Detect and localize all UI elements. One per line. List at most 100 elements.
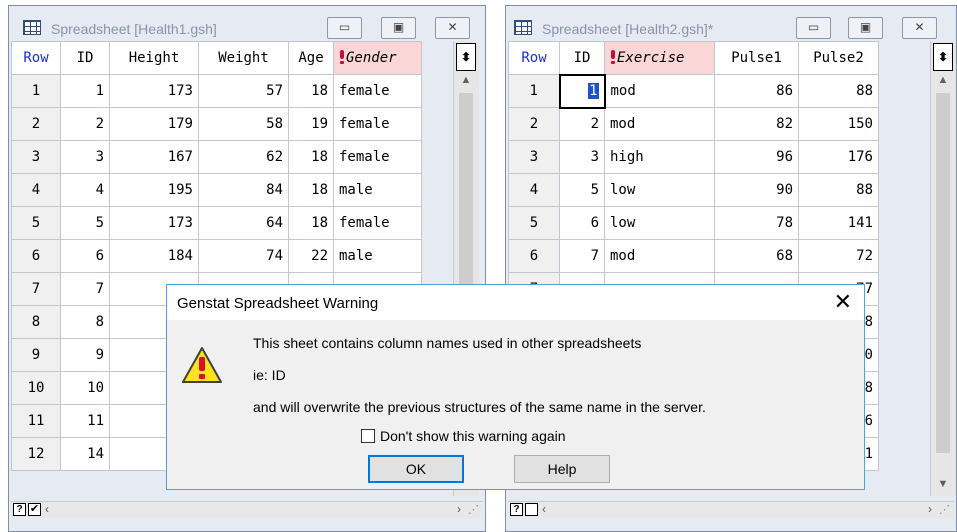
table-cell[interactable]: 58 [198,107,289,141]
table-cell[interactable]: 82 [714,107,799,141]
table-row[interactable]: 5 5 173 64 18 female [11,206,422,240]
table-cell[interactable]: 5 [559,173,605,207]
row-number-cell[interactable]: 2 [508,107,560,141]
table-cell[interactable]: 167 [109,140,199,174]
table-row[interactable]: 3 3 167 62 18 female [11,140,422,174]
table-cell[interactable]: 74 [198,239,289,273]
column-header-weight[interactable]: Weight [198,41,289,75]
table-cell[interactable]: 1 [60,74,110,108]
table-cell[interactable]: 3 [559,140,605,174]
row-number-cell[interactable]: 1 [508,74,560,108]
table-cell[interactable]: mod [604,74,715,108]
table-cell[interactable]: 10 [60,371,110,405]
table-cell[interactable]: mod [604,107,715,141]
table-cell[interactable]: 96 [714,140,799,174]
column-header-pulse2[interactable]: Pulse2 [798,41,879,75]
row-number-cell[interactable]: 7 [11,272,61,306]
table-cell[interactable]: 5 [60,206,110,240]
close-button[interactable]: ✕ [435,17,470,39]
help-icon[interactable]: ? [510,503,523,516]
table-cell[interactable]: 84 [198,173,289,207]
table-cell[interactable]: male [333,239,422,273]
table-cell[interactable]: 2 [60,107,110,141]
table-cell[interactable]: 14 [60,437,110,471]
row-number-cell[interactable]: 11 [11,404,61,438]
table-cell[interactable]: 64 [198,206,289,240]
scroll-left-icon[interactable]: ‹ [542,502,546,516]
close-button[interactable]: ✕ [902,17,937,39]
table-row[interactable]: 2 2 179 58 19 female [11,107,422,141]
scroll-left-icon[interactable]: ‹ [45,502,49,516]
table-cell[interactable]: 62 [198,140,289,174]
maximize-button[interactable]: ▣ [381,17,416,39]
table-cell[interactable]: 68 [714,239,799,273]
ok-button[interactable]: OK [368,455,464,483]
table-cell[interactable]: female [333,74,422,108]
close-icon[interactable]: ✕ [834,290,852,314]
table-cell[interactable]: 19 [288,107,334,141]
table-row[interactable]: 1 1 mod 86 88 [508,73,879,109]
table-cell[interactable]: 18 [288,140,334,174]
row-number-cell[interactable]: 2 [11,107,61,141]
table-cell[interactable]: female [333,206,422,240]
scroll-up-icon[interactable]: ▲ [931,74,955,90]
table-cell[interactable]: 3 [60,140,110,174]
table-cell[interactable]: 11 [60,404,110,438]
table-row[interactable]: 6 7 mod 68 72 [508,239,879,273]
table-cell[interactable]: 7 [60,272,110,306]
row-number-cell[interactable]: 9 [11,338,61,372]
check-toggle[interactable]: ✔ [28,503,41,516]
table-cell[interactable]: 18 [288,74,334,108]
table-cell[interactable]: 88 [798,173,879,207]
table-cell[interactable]: 173 [109,206,199,240]
row-number-cell[interactable]: 3 [11,140,61,174]
column-header-age[interactable]: Age [288,41,334,75]
table-cell[interactable]: 150 [798,107,879,141]
row-number-cell[interactable]: 1 [11,74,61,108]
table-cell[interactable]: 9 [60,338,110,372]
window-titlebar[interactable]: Spreadsheet [Health2.gsh]* ▭ ▣ ✕ [506,6,956,39]
table-row[interactable]: 5 6 low 78 141 [508,206,879,240]
table-cell[interactable]: 72 [798,239,879,273]
scroll-right-icon[interactable]: › [928,502,932,516]
scroll-up-icon[interactable]: ▲ [454,74,478,90]
resize-grip-icon[interactable]: ⋰ [468,503,479,516]
column-header-row-number[interactable]: Row [11,41,61,75]
table-cell[interactable]: 4 [60,173,110,207]
table-cell[interactable]: 7 [559,239,605,273]
row-number-cell[interactable]: 12 [11,437,61,471]
minimize-button[interactable]: ▭ [327,17,362,39]
minimize-button[interactable]: ▭ [796,17,831,39]
table-cell[interactable]: 1 [558,73,606,109]
table-cell[interactable]: female [333,107,422,141]
scroll-down-icon[interactable]: ▼ [931,478,955,494]
table-cell[interactable]: female [333,140,422,174]
split-handle-icon[interactable]: ⬍ [933,43,953,71]
help-icon[interactable]: ? [13,503,26,516]
table-cell[interactable]: 86 [714,74,799,108]
table-cell[interactable]: 57 [198,74,289,108]
dont-show-again-checkbox[interactable] [361,429,375,443]
column-header-row-number[interactable]: Row [508,41,560,75]
column-header-id[interactable]: ID [559,41,605,75]
scroll-thumb[interactable] [936,93,950,453]
table-row[interactable]: 4 5 low 90 88 [508,173,879,207]
table-cell[interactable]: 179 [109,107,199,141]
table-cell[interactable]: high [604,140,715,174]
row-number-cell[interactable]: 6 [11,239,61,273]
row-number-cell[interactable]: 10 [11,371,61,405]
table-cell[interactable]: male [333,173,422,207]
dont-show-again-option[interactable]: Don't show this warning again [361,428,566,444]
resize-grip-icon[interactable]: ⋰ [939,503,950,516]
warning-dialog[interactable]: Genstat Spreadsheet Warning ✕ This sheet… [166,284,865,490]
table-cell[interactable]: 22 [288,239,334,273]
table-row[interactable]: 6 6 184 74 22 male [11,239,422,273]
table-cell[interactable]: 2 [559,107,605,141]
check-toggle[interactable] [525,503,538,516]
column-header-pulse1[interactable]: Pulse1 [714,41,799,75]
table-cell[interactable]: 6 [559,206,605,240]
maximize-button[interactable]: ▣ [848,17,883,39]
table-cell[interactable]: 6 [60,239,110,273]
table-cell[interactable]: low [604,206,715,240]
table-cell[interactable]: 176 [798,140,879,174]
